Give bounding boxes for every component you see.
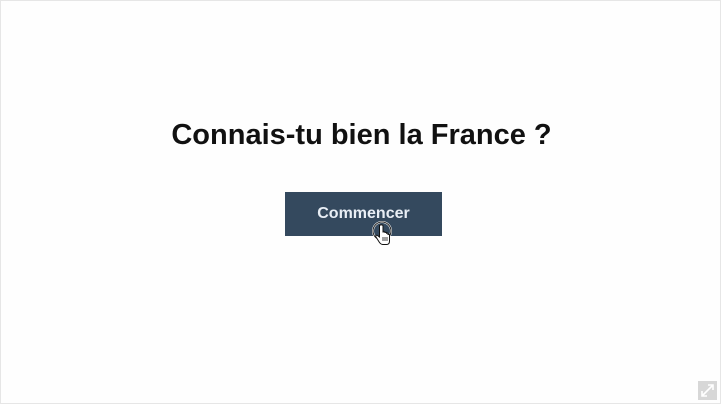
expand-icon bbox=[701, 384, 714, 397]
quiz-frame: Connais-tu bien la France ? Commencer bbox=[0, 0, 721, 404]
start-button[interactable]: Commencer bbox=[285, 192, 442, 236]
quiz-title: Connais-tu bien la France ? bbox=[171, 119, 552, 151]
expand-button[interactable] bbox=[698, 381, 717, 400]
